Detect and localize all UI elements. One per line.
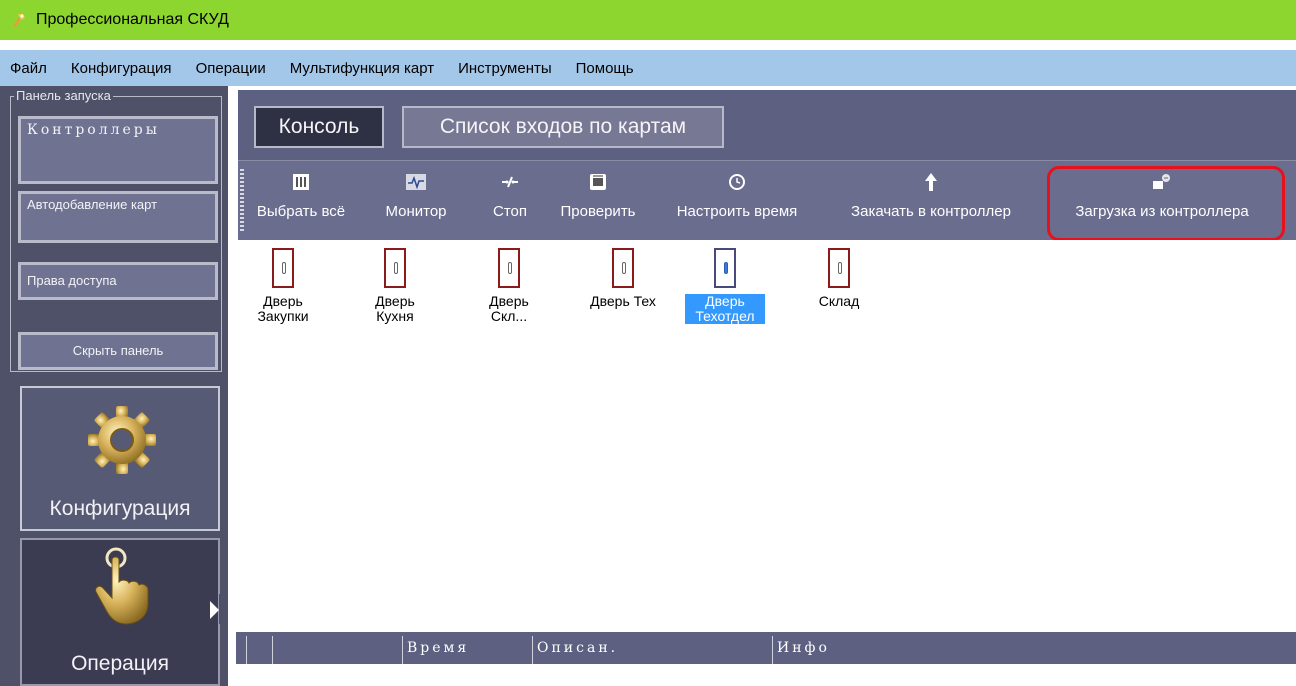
menu-card-multifunction[interactable]: Мультифункция карт [290, 60, 434, 77]
monitor-label: Монитор [385, 203, 447, 220]
door-icon [714, 248, 736, 288]
monitor-button[interactable]: Монитор [378, 161, 454, 241]
configuration-section-label: Конфигурация [49, 497, 191, 520]
door-item[interactable]: Дверь Тех [578, 248, 668, 309]
launch-panel-legend: Панель запуска [14, 88, 113, 103]
upload-to-controller-label: Закачать в контроллер [851, 203, 1011, 220]
tab-bar: Консоль Список входов по картам [238, 90, 1296, 160]
menu-help[interactable]: Помощь [576, 60, 634, 77]
select-all-label: Выбрать всё [256, 203, 346, 220]
log-col-marker[interactable] [246, 636, 272, 664]
log-header: Время Описан. Инфо [236, 632, 1296, 664]
doors-area: Дверь Закупки Дверь Кухня Дверь Скл... Д… [238, 240, 1296, 630]
monitor-icon [406, 171, 426, 193]
window-title: Профессиональная СКУД [36, 11, 229, 28]
highlight-frame [1047, 166, 1285, 241]
log-col-time[interactable]: Время [402, 636, 532, 664]
menu-operations[interactable]: Операции [196, 60, 266, 77]
left-panel: Панель запуска Контроллеры Автодобавлени… [0, 86, 228, 686]
door-label: Дверь Тех [590, 293, 656, 309]
menu-bar: Файл Конфигурация Операции Мультифункция… [0, 50, 1296, 86]
door-item[interactable]: Дверь Кухня [350, 248, 440, 324]
log-col-blank[interactable] [272, 636, 402, 664]
door-item[interactable]: Дверь Скл... [464, 248, 554, 324]
active-section-arrow [210, 601, 219, 619]
door-label: Дверь Техотдел [685, 294, 765, 324]
event-log-grid[interactable]: Время Описан. Инфо [236, 632, 1296, 686]
door-item[interactable]: Дверь Закупки [238, 248, 328, 324]
stop-button[interactable]: Стоп [488, 161, 532, 241]
clock-icon [728, 171, 746, 193]
stop-label: Стоп [493, 203, 527, 220]
door-icon [498, 248, 520, 288]
active-indicator-bg [219, 594, 228, 624]
door-icon [272, 248, 294, 288]
tab-card-entries-list[interactable]: Список входов по картам [402, 106, 724, 148]
check-label: Проверить [560, 203, 636, 220]
hand-pointer-icon [82, 546, 162, 626]
operations-section-label: Операция [71, 652, 169, 675]
menu-tools[interactable]: Инструменты [458, 60, 552, 77]
stop-icon [501, 171, 519, 193]
door-icon [384, 248, 406, 288]
log-col-description[interactable]: Описан. [532, 636, 772, 664]
log-col-info[interactable]: Инфо [772, 636, 1292, 664]
auto-add-cards-button[interactable]: Автодобавление карт [18, 191, 218, 243]
arrow-up-icon [924, 171, 938, 193]
door-label: Склад [818, 293, 860, 309]
check-icon [589, 171, 607, 193]
door-item-selected[interactable]: Дверь Техотдел [680, 248, 770, 324]
select-all-button[interactable]: Выбрать всё [256, 161, 346, 241]
door-label: Дверь Кухня [375, 293, 415, 324]
door-icon [612, 248, 634, 288]
toolbar-grip[interactable] [240, 169, 244, 231]
menu-configuration[interactable]: Конфигурация [71, 60, 172, 77]
app-icon [10, 11, 28, 29]
menu-file[interactable]: Файл [10, 60, 47, 77]
configuration-section-button[interactable]: Конфигурация [20, 386, 220, 531]
gear-icon [82, 400, 162, 480]
tab-console[interactable]: Консоль [254, 106, 384, 148]
hide-panel-button[interactable]: Скрыть панель [18, 332, 218, 370]
check-button[interactable]: Проверить [550, 161, 646, 241]
door-icon [828, 248, 850, 288]
door-label: Дверь Закупки [257, 293, 309, 324]
set-time-label: Настроить время [676, 203, 798, 220]
access-rights-button[interactable]: Права доступа [18, 262, 218, 300]
upload-to-controller-button[interactable]: Закачать в контроллер [828, 161, 1034, 241]
set-time-button[interactable]: Настроить время [666, 161, 808, 241]
title-bar: Профессиональная СКУД [0, 0, 1296, 40]
operations-section-button[interactable]: Операция [20, 538, 220, 686]
door-item[interactable]: Склад [794, 248, 884, 309]
door-label: Дверь Скл... [489, 293, 529, 324]
select-all-icon [292, 171, 310, 193]
controllers-button[interactable]: Контроллеры [18, 116, 218, 184]
